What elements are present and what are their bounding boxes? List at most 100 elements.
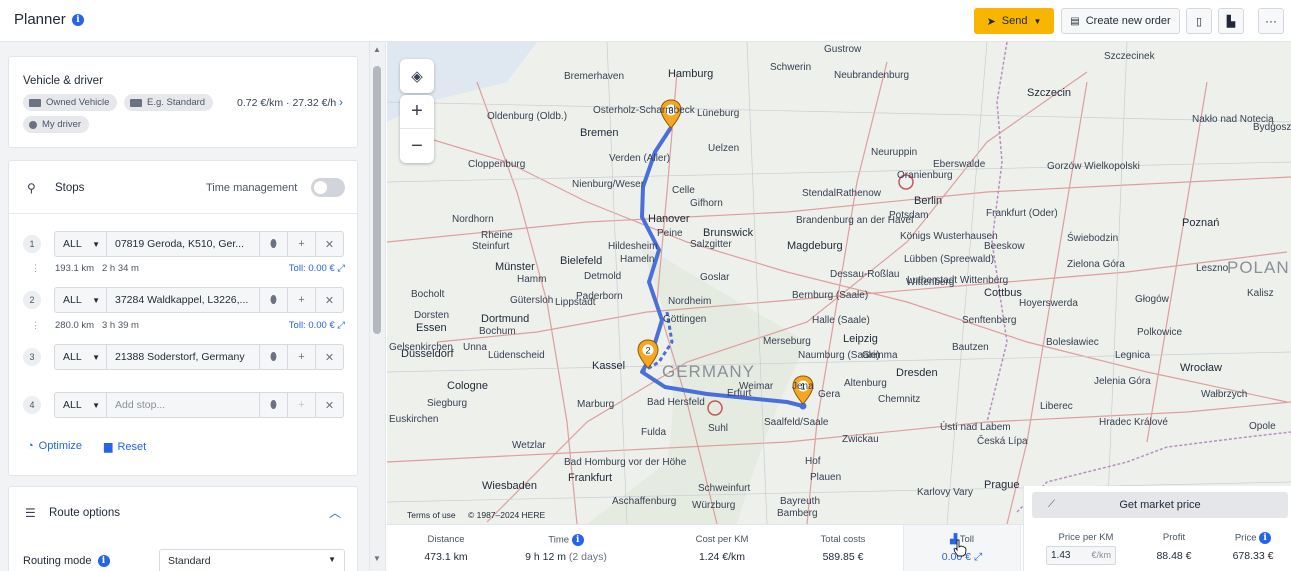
chevron-down-icon: ▼ [1033, 16, 1042, 26]
city-label: Schwerin [770, 62, 812, 73]
time-management-toggle[interactable] [311, 178, 345, 197]
city-label: Dorsten [414, 310, 450, 321]
driver-chip: My driver [23, 116, 90, 133]
city-label: Wałbrzych [1201, 389, 1248, 400]
zoom-in-button[interactable]: + [400, 95, 434, 129]
truck-icon [29, 98, 41, 107]
zoom-out-button[interactable]: − [400, 129, 434, 163]
leg-toll[interactable]: Toll: 0.00 € ⤢ [289, 263, 345, 274]
city-label: Euskirchen [389, 414, 439, 425]
location-pin-icon[interactable]: ⬮ [259, 345, 287, 369]
city-label: Stendal [802, 188, 836, 199]
city-label: Gelsenkirchen [389, 342, 453, 353]
city-label: Aschaffenburg [612, 496, 677, 507]
profit-label: Profit [1162, 532, 1186, 543]
chevron-up-icon[interactable]: ︿ [329, 504, 341, 521]
city-label: Lüneburg [697, 108, 740, 119]
stop-address-input[interactable]: 21388 Soderstorf, Germany [107, 351, 259, 363]
city-label: Hanover [648, 213, 690, 225]
layers-icon: ◈ [411, 68, 423, 85]
vehicle-type-chip: E.g. Standard [124, 94, 214, 111]
location-pin-icon[interactable]: ⬮ [259, 232, 287, 256]
city-label: Königs Wusterhausen [900, 231, 998, 242]
stop-filter-select[interactable]: ALL ▼ [55, 345, 107, 369]
city-label: Rathenow [836, 188, 882, 199]
stops-header: ⚲ Stops Time management [9, 161, 357, 214]
optimize-button[interactable]: ◔ Optimize [27, 440, 82, 452]
distance-value: 473.1 km [424, 551, 468, 563]
city-label: Polkowice [1137, 327, 1183, 338]
price-per-km-input[interactable]: 1.43 €/km [1046, 546, 1116, 565]
city-label: Bernburg (Saale) [792, 290, 869, 301]
chart-line-icon: ⟋ [1048, 499, 1055, 510]
chart-icon: ▙ [1226, 15, 1236, 28]
more-button[interactable]: ··· [1258, 8, 1284, 34]
chart-button[interactable]: ▙ [1218, 8, 1244, 34]
city-label: Verden (Aller) [609, 153, 671, 164]
city-label: Wetzlar [512, 440, 546, 451]
city-label: Münster [495, 261, 535, 273]
location-pin-icon[interactable]: ⬮ [259, 393, 287, 417]
city-label: Frankfurt [568, 472, 613, 484]
close-icon[interactable]: ✕ [315, 232, 343, 256]
city-label: Senftenberg [962, 315, 1017, 326]
add-stop-input[interactable]: Add stop... [107, 399, 259, 411]
add-icon[interactable]: + [287, 288, 315, 312]
get-market-price-button[interactable]: ⟋ Get market price [1032, 492, 1288, 518]
pdf-button[interactable]: ▯ [1186, 8, 1212, 34]
add-icon[interactable]: + [287, 345, 315, 369]
city-label: Szczecin [1027, 87, 1072, 99]
city-label: Detmold [584, 271, 622, 282]
scroll-thumb[interactable] [373, 66, 381, 334]
left-panel-scrollbar[interactable]: ▲ ▼ [370, 42, 386, 571]
stop-address-input[interactable]: 37284 Waldkappel, L3226,... [107, 294, 259, 306]
city-label: Bochum [479, 326, 516, 337]
stop-filter-select[interactable]: ALL ▼ [55, 393, 107, 417]
city-label: Halle (Saale) [812, 315, 870, 326]
info-icon[interactable]: i [97, 555, 110, 567]
city-label: Cloppenburg [468, 159, 526, 170]
info-icon[interactable]: i [571, 534, 584, 546]
caret-down-icon: ▼ [92, 400, 100, 410]
route-options-title[interactable]: Route options [49, 507, 120, 519]
city-label: Nordhorn [452, 214, 494, 225]
map-view[interactable]: ◈ + − 3 2 1 Gustrow Szczecinek Bremerhav… [387, 42, 1291, 524]
close-icon[interactable]: ✕ [315, 345, 343, 369]
vehicle-driver-card[interactable]: Vehicle & driver Owned Vehicle E.g. Stan… [8, 56, 358, 148]
reset-button[interactable]: ▆ Reset [104, 440, 146, 454]
stop-address-input[interactable]: 07819 Geroda, K510, Ger... [107, 238, 259, 250]
close-icon[interactable]: ✕ [315, 288, 343, 312]
scroll-up-icon[interactable]: ▲ [373, 45, 381, 54]
stop-2-pin[interactable]: 2 [637, 339, 659, 369]
city-label: Chemnitz [878, 394, 921, 405]
city-label: Hradec Králové [1099, 417, 1168, 428]
caret-down-icon: ▼ [328, 555, 336, 564]
close-icon[interactable]: ✕ [315, 393, 343, 417]
create-order-button[interactable]: ▤ Create new order [1061, 8, 1180, 34]
stop-filter-select[interactable]: ALL ▼ [55, 288, 107, 312]
terms-of-use-link[interactable]: Terms of use [407, 510, 456, 520]
caret-down-icon: ▼ [92, 295, 100, 305]
city-label: Szczecinek [1104, 51, 1155, 62]
city-label: Schweinfurt [698, 483, 751, 494]
city-label: Głogów [1135, 294, 1169, 305]
city-label: Bad Hersfeld [647, 397, 705, 408]
send-button[interactable]: ➤ Send ▼ [974, 8, 1054, 34]
info-icon[interactable]: i [72, 14, 84, 26]
dots-icon: ⋮ [31, 320, 40, 330]
city-label: Bocholt [411, 289, 445, 300]
routing-mode-select[interactable]: Standard ▼ [159, 549, 345, 571]
scroll-down-icon[interactable]: ▼ [373, 554, 381, 563]
leg-toll[interactable]: Toll: 0.00 € ⤢ [289, 320, 345, 331]
chevron-right-icon[interactable]: › [339, 95, 343, 109]
location-pin-icon[interactable]: ⬮ [259, 288, 287, 312]
add-icon[interactable]: + [287, 232, 315, 256]
layers-button[interactable]: ◈ [400, 59, 434, 93]
city-label: Siegburg [427, 398, 468, 409]
city-label: Karlovy Vary [917, 487, 973, 498]
stop-number: 4 [23, 396, 41, 414]
stop-filter-select[interactable]: ALL ▼ [55, 232, 107, 256]
info-icon[interactable]: i [1259, 532, 1272, 544]
time-summary: Time i 9 h 12 m (2 days) [507, 525, 625, 571]
city-label: Oldenburg (Oldb.) [487, 111, 568, 122]
